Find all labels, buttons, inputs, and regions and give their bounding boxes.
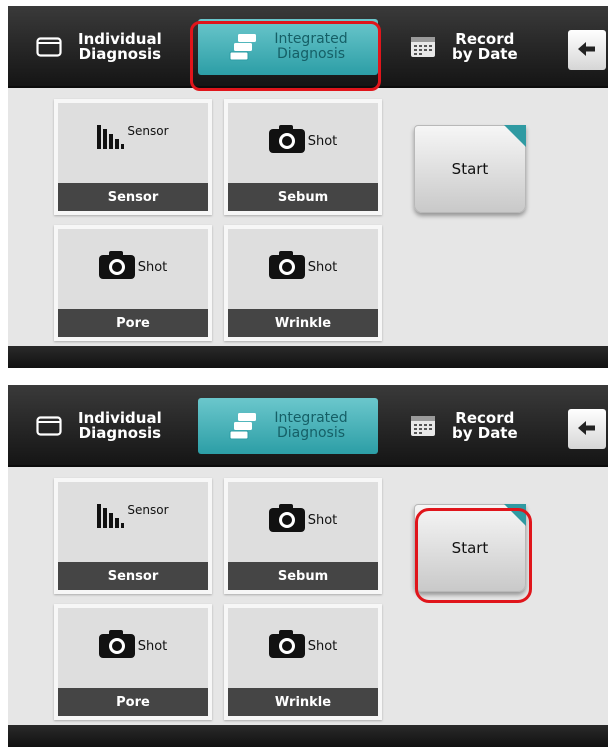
tile-label: Shot bbox=[137, 259, 168, 275]
tile-caption: Sensor bbox=[58, 562, 208, 590]
top-navigation-bar: Individual Diagnosis Integrated Diagnosi… bbox=[8, 6, 608, 88]
tile-label: Shot bbox=[307, 133, 338, 149]
start-label: Start bbox=[451, 160, 489, 178]
tile-wrinkle[interactable]: Shot Wrinkle bbox=[224, 604, 382, 720]
bar-chart-icon bbox=[97, 504, 127, 532]
stacked-windows-icon bbox=[228, 411, 258, 441]
bar-chart-icon bbox=[97, 125, 127, 153]
tile-pore[interactable]: Shot Pore bbox=[54, 225, 212, 341]
tile-sensor[interactable]: Sensor Sensor bbox=[54, 478, 212, 594]
top-navigation-bar: Individual Diagnosis Integrated Diagnosi… bbox=[8, 385, 608, 467]
tab-label-line2: Diagnosis bbox=[78, 424, 162, 442]
calendar-keypad-icon bbox=[410, 415, 436, 437]
tile-label: Shot bbox=[307, 259, 338, 275]
bottom-bar bbox=[8, 725, 608, 747]
tile-caption: Sebum bbox=[228, 183, 378, 211]
tile-wrinkle[interactable]: Shot Wrinkle bbox=[224, 225, 382, 341]
camera-icon bbox=[268, 630, 305, 662]
tab-individual-diagnosis[interactable]: Individual Diagnosis bbox=[36, 19, 196, 75]
tab-label-line2: Diagnosis bbox=[276, 46, 346, 62]
calendar-keypad-icon bbox=[410, 36, 436, 58]
tile-caption: Pore bbox=[58, 688, 208, 716]
tile-label: Sensor bbox=[127, 124, 169, 138]
tab-individual-diagnosis[interactable]: Individual Diagnosis bbox=[36, 398, 196, 454]
tile-caption: Sebum bbox=[228, 562, 378, 590]
tile-caption: Wrinkle bbox=[228, 688, 378, 716]
tab-record-by-date[interactable]: Record by Date bbox=[410, 19, 560, 75]
camera-icon bbox=[98, 630, 135, 662]
corner-fold bbox=[504, 504, 526, 526]
tab-label-line1: Integrated bbox=[274, 31, 348, 47]
camera-icon bbox=[268, 251, 305, 283]
back-button[interactable] bbox=[568, 30, 606, 70]
tab-label-line1: Integrated bbox=[274, 410, 348, 426]
start-label: Start bbox=[451, 539, 489, 557]
window-icon bbox=[36, 416, 62, 436]
tile-sensor[interactable]: Sensor Sensor bbox=[54, 99, 212, 215]
camera-icon bbox=[98, 251, 135, 283]
bottom-bar bbox=[8, 346, 608, 368]
start-button[interactable]: Start bbox=[414, 125, 526, 213]
tile-label: Shot bbox=[137, 638, 168, 654]
corner-fold bbox=[504, 125, 526, 147]
tile-sebum[interactable]: Shot Sebum bbox=[224, 99, 382, 215]
screen-bottom: Individual Diagnosis Integrated Diagnosi… bbox=[8, 385, 608, 747]
stacked-windows-icon bbox=[228, 32, 258, 62]
tile-caption: Wrinkle bbox=[228, 309, 378, 337]
tab-label-line2: by Date bbox=[452, 424, 518, 442]
screen-top: Individual Diagnosis Integrated Diagnosi… bbox=[8, 6, 608, 368]
back-button[interactable] bbox=[568, 409, 606, 449]
start-button[interactable]: Start bbox=[414, 504, 526, 592]
tile-caption: Sensor bbox=[58, 183, 208, 211]
camera-icon bbox=[268, 125, 305, 157]
window-icon bbox=[36, 37, 62, 57]
arrow-left-icon bbox=[578, 420, 596, 439]
tile-label: Shot bbox=[307, 512, 338, 528]
tab-integrated-diagnosis[interactable]: Integrated Diagnosis bbox=[198, 398, 378, 454]
tab-integrated-diagnosis[interactable]: Integrated Diagnosis bbox=[198, 19, 378, 75]
tab-label-line2: by Date bbox=[452, 45, 518, 63]
tab-label-line2: Diagnosis bbox=[78, 45, 162, 63]
arrow-left-icon bbox=[578, 41, 596, 60]
tile-pore[interactable]: Shot Pore bbox=[54, 604, 212, 720]
tile-caption: Pore bbox=[58, 309, 208, 337]
tab-record-by-date[interactable]: Record by Date bbox=[410, 398, 560, 454]
camera-icon bbox=[268, 504, 305, 536]
tile-label: Shot bbox=[307, 638, 338, 654]
tile-sebum[interactable]: Shot Sebum bbox=[224, 478, 382, 594]
tab-label-line2: Diagnosis bbox=[276, 425, 346, 441]
tile-label: Sensor bbox=[127, 503, 169, 517]
